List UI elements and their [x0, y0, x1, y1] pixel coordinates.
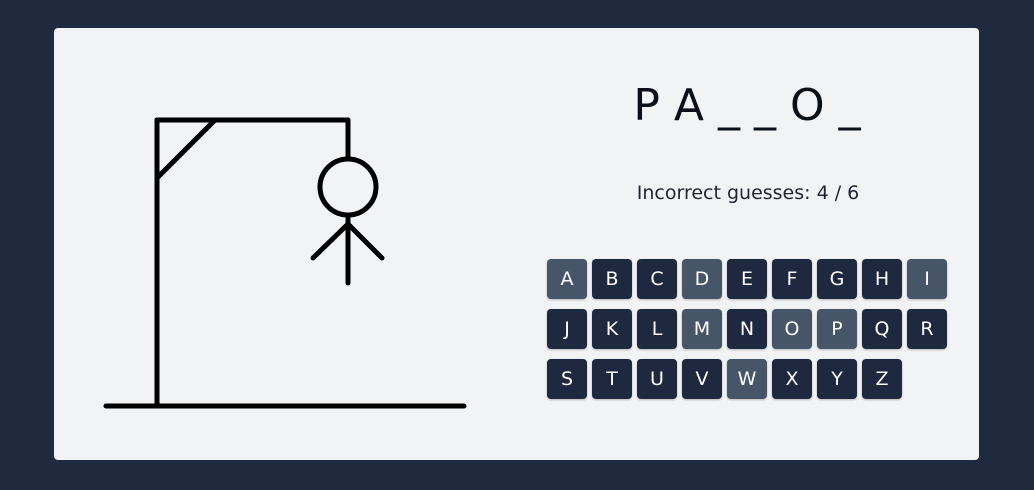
letter-key-r[interactable]: R	[907, 309, 947, 349]
letter-key-t[interactable]: T	[592, 359, 632, 399]
hangman-drawing	[103, 117, 467, 409]
letter-key-g[interactable]: G	[817, 259, 857, 299]
gallows-brace	[154, 117, 218, 181]
letter-key-d[interactable]: D	[682, 259, 722, 299]
letter-key-a[interactable]: A	[547, 259, 587, 299]
letter-key-p[interactable]: P	[817, 309, 857, 349]
letter-key-c[interactable]: C	[637, 259, 677, 299]
letter-key-m[interactable]: M	[682, 309, 722, 349]
letter-key-y[interactable]: Y	[817, 359, 857, 399]
game-card: P A _ _ O _ Incorrect guesses: 4 / 6 ABC…	[54, 28, 979, 460]
hangman-left-arm	[310, 221, 351, 261]
letter-key-e[interactable]: E	[727, 259, 767, 299]
letter-key-j[interactable]: J	[547, 309, 587, 349]
letter-key-s[interactable]: S	[547, 359, 587, 399]
letter-key-i[interactable]: I	[907, 259, 947, 299]
letter-key-q[interactable]: Q	[862, 309, 902, 349]
letter-key-w[interactable]: W	[727, 359, 767, 399]
letter-key-x[interactable]: X	[772, 359, 812, 399]
letter-key-o[interactable]: O	[772, 309, 812, 349]
incorrect-guesses-text: Incorrect guesses: 4 / 6	[636, 182, 860, 204]
letter-key-k[interactable]: K	[592, 309, 632, 349]
letter-key-l[interactable]: L	[637, 309, 677, 349]
letter-keyboard: ABCDEFGHI JKLMNOPQR STUVWXYZ	[547, 259, 957, 399]
letter-key-v[interactable]: V	[682, 359, 722, 399]
letter-key-n[interactable]: N	[727, 309, 767, 349]
letter-key-f[interactable]: F	[772, 259, 812, 299]
letter-key-h[interactable]: H	[862, 259, 902, 299]
letter-key-z[interactable]: Z	[862, 359, 902, 399]
hangman-head	[317, 156, 379, 218]
hangman-right-arm	[345, 221, 385, 261]
letter-key-b[interactable]: B	[592, 259, 632, 299]
letter-key-u[interactable]: U	[637, 359, 677, 399]
word-display: P A _ _ O _	[633, 80, 861, 131]
